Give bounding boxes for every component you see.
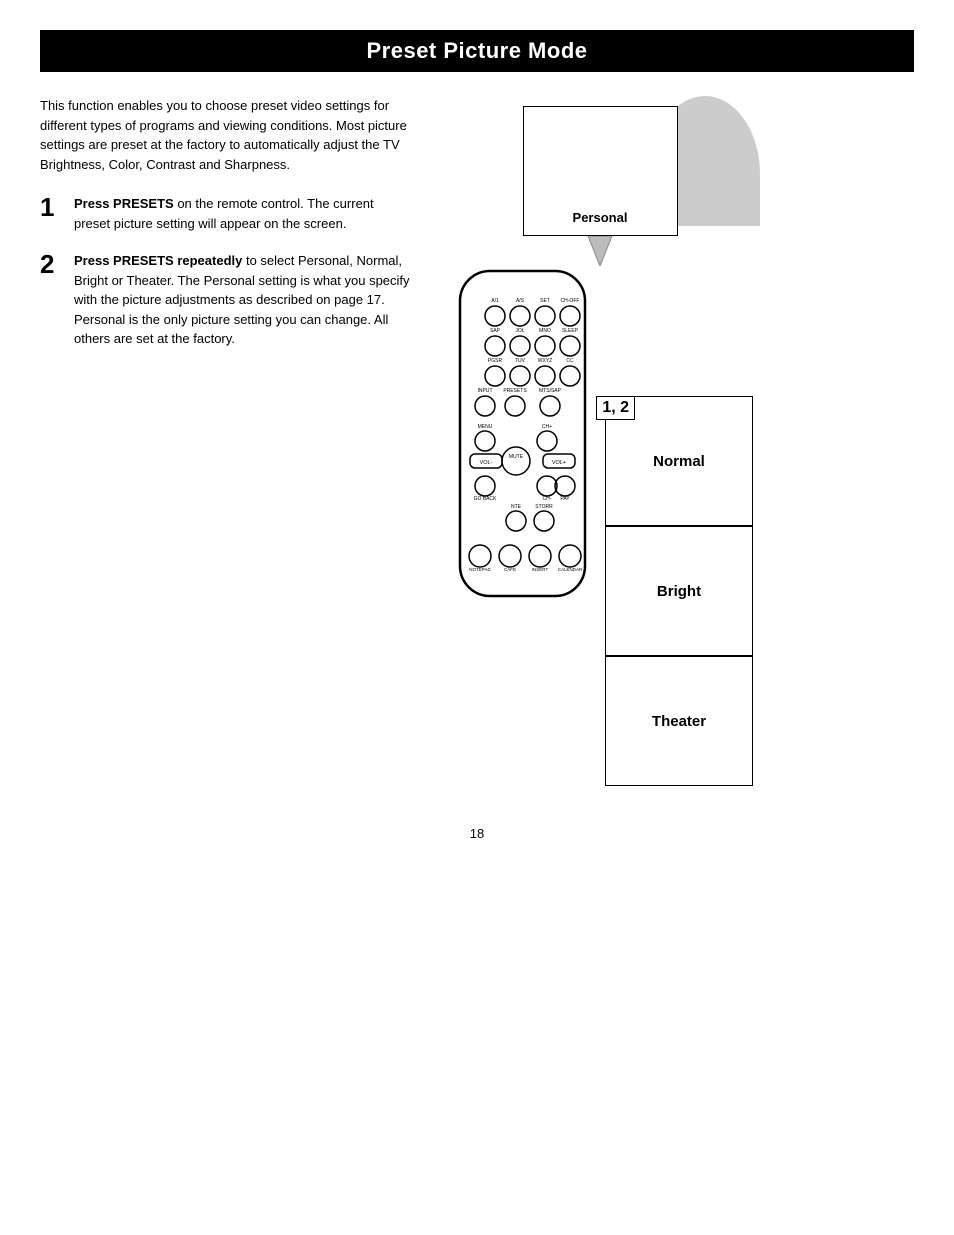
step-2-bold: Press PRESETS repeatedly: [74, 253, 242, 268]
mode-box-bright: Bright: [605, 526, 753, 656]
svg-text:STORR: STORR: [535, 504, 553, 510]
personal-label: Personal: [573, 210, 628, 225]
svg-text:INPUT: INPUT: [478, 388, 493, 394]
main-content: This function enables you to choose pres…: [40, 96, 914, 786]
svg-text:MTS/SAP: MTS/SAP: [539, 388, 562, 394]
page-number: 18: [40, 826, 914, 841]
remote-svg: A/1 A/S SET CH-OFF SAP JOL: [440, 266, 605, 606]
svg-text:PAY: PAY: [560, 496, 570, 502]
steps-list: 1 Press PRESETS on the remote control. T…: [40, 194, 410, 349]
svg-text:SET: SET: [540, 298, 550, 304]
svg-text:JOL: JOL: [515, 328, 524, 334]
svg-text:SLEEP: SLEEP: [562, 328, 579, 334]
svg-text:CH+: CH+: [542, 424, 552, 430]
step-2: 2 Press PRESETS repeatedly to select Per…: [40, 251, 410, 349]
page-title: Preset Picture Mode: [40, 30, 914, 72]
step-text-2: Press PRESETS repeatedly to select Perso…: [74, 251, 410, 349]
svg-text:MENU: MENU: [478, 424, 493, 430]
svg-text:A/1: A/1: [491, 298, 499, 304]
svg-text:NTE: NTE: [511, 504, 522, 510]
svg-text:MUTE: MUTE: [509, 454, 524, 460]
svg-text:SAP: SAP: [490, 328, 501, 334]
personal-box: Personal: [523, 106, 678, 236]
svg-text:GO BACK: GO BACK: [474, 496, 497, 502]
svg-text:CH-: CH-: [543, 496, 552, 502]
step-text-1: Press PRESETS on the remote control. The…: [74, 194, 410, 233]
svg-text:WXYZ: WXYZ: [538, 358, 552, 364]
svg-text:INSERT: INSERT: [532, 567, 549, 572]
svg-text:CALENDAR: CALENDAR: [558, 567, 583, 572]
svg-text:PRESETS: PRESETS: [503, 388, 527, 394]
svg-text:MNO: MNO: [539, 328, 551, 334]
mode-bright-label: Bright: [657, 583, 701, 600]
svg-text:VOL-: VOL-: [480, 460, 493, 466]
svg-text:NOTEPAD: NOTEPAD: [469, 567, 491, 572]
step-1-bold: Press PRESETS: [74, 196, 174, 211]
svg-text:VOL+: VOL+: [552, 460, 566, 466]
mode-box-theater: Theater: [605, 656, 753, 786]
diagram-column: Personal: [430, 96, 914, 786]
mode-theater-label: Theater: [652, 713, 706, 730]
svg-text:CC: CC: [566, 358, 574, 364]
svg-text:CH-OFF: CH-OFF: [561, 298, 580, 304]
step-number-1: 1: [40, 194, 62, 220]
indicator-12: 1, 2: [596, 396, 635, 420]
svg-text:TUV: TUV: [515, 358, 526, 364]
page: Preset Picture Mode This function enable…: [0, 0, 954, 881]
arrow-down: [580, 236, 620, 266]
intro-text: This function enables you to choose pres…: [40, 96, 410, 174]
mode-normal-label: Normal: [653, 453, 705, 470]
text-column: This function enables you to choose pres…: [40, 96, 410, 786]
step-number-2: 2: [40, 251, 62, 277]
remote-control: A/1 A/S SET CH-OFF SAP JOL: [440, 266, 605, 609]
svg-text:A/S: A/S: [516, 298, 525, 304]
svg-text:CAFE: CAFE: [504, 567, 516, 572]
svg-text:PGSR: PGSR: [488, 358, 503, 364]
step-1: 1 Press PRESETS on the remote control. T…: [40, 194, 410, 233]
mode-boxes: Normal Bright Theater: [605, 396, 753, 786]
